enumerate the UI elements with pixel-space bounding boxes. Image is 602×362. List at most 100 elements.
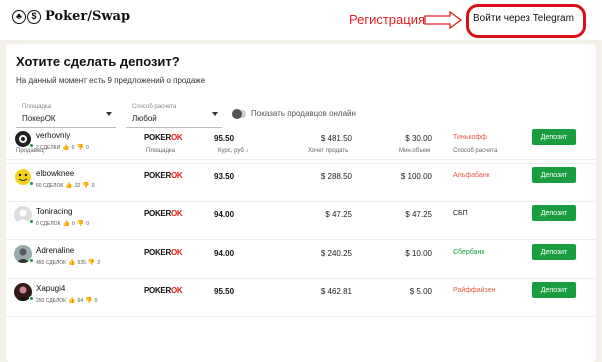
sell-amount: $ 462.81 (320, 287, 352, 296)
room-logo-suffix: OK (170, 133, 183, 142)
payment-method: Райффайзен (453, 287, 496, 294)
dislikes-count: 2 (97, 259, 101, 266)
room-select-value: ПокерОК (22, 114, 56, 123)
rate-value: 94.00 (214, 210, 235, 219)
rate-value: 95.50 (214, 287, 235, 296)
sell-amount: $ 481.50 (320, 134, 352, 143)
row-divider (6, 239, 596, 240)
seller-stats: 2 СДЕЛКИ 👍 0 👎 0 (36, 144, 89, 152)
deals-count: 2 СДЕЛКИ (36, 144, 61, 151)
online-sellers-label: Показать продавцов онлайн (251, 109, 356, 118)
room-logo-text: POKER (144, 209, 171, 218)
table-row: elbowknee 60 СДЕЛОК 👍 32 👎 0 POKEROK 93.50 $ 288… (6, 164, 596, 202)
seller-name[interactable]: Xapugi4 (36, 284, 65, 293)
table-row: Toniracing 0 СДЕЛОК 👍 0 👎 0 POKEROK 94.00 $ 47.2… (6, 202, 596, 240)
min-amount: $ 30.00 (405, 134, 432, 143)
thumbs-up-icon: 👍 (65, 183, 73, 189)
chevron-down-icon (212, 112, 218, 116)
seller-name[interactable]: Adrenaline (36, 246, 74, 255)
table-row: Xapugi4 250 СДЕЛОК 👍 64 👎 0 POKEROK 95.50 $ 462.… (6, 279, 596, 317)
online-status-dot (29, 219, 34, 224)
page-title: Хотите сделать депозит? (16, 54, 180, 69)
room-logo-suffix: OK (170, 209, 183, 218)
room-logo-suffix: OK (170, 248, 183, 257)
likes-count: 32 (74, 182, 81, 189)
online-sellers-toggle[interactable] (232, 109, 246, 119)
dislikes-count: 0 (86, 220, 90, 227)
rate-value: 95.50 (214, 134, 235, 143)
sell-amount: $ 240.25 (320, 249, 352, 258)
payment-select-label: Способ расчета (132, 104, 177, 110)
telegram-login-button[interactable]: Войти через Telegram (473, 13, 574, 24)
sell-amount: $ 288.50 (320, 172, 352, 181)
thumbs-down-icon: 👎 (76, 221, 85, 227)
offers-card: Хотите сделать депозит? На данный момент… (6, 44, 596, 362)
deals-count: 250 СДЕЛОК (36, 297, 67, 304)
room-logo-text: POKER (144, 171, 171, 180)
thumbs-up-icon: 👍 (68, 298, 76, 304)
room-select[interactable]: Площадка ПокерОК (16, 102, 116, 128)
payment-method: Альфабанк (453, 172, 490, 179)
arrow-right-icon (424, 11, 462, 29)
deals-count: 0 СДЕЛОК (36, 220, 61, 227)
thumbs-up-icon: 👍 (62, 145, 70, 151)
seller-name[interactable]: Toniracing (36, 207, 72, 216)
row-divider (6, 316, 596, 317)
online-status-dot (29, 181, 34, 186)
registration-label[interactable]: Регистрация (349, 12, 425, 27)
likes-count: 535 (77, 259, 86, 266)
deposit-button[interactable]: Депозит (532, 244, 576, 260)
payment-method: СБП (453, 210, 468, 217)
online-status-dot (29, 296, 34, 301)
dislikes-count: 0 (94, 297, 98, 304)
min-amount: $ 47.25 (405, 210, 432, 219)
min-amount: $ 5.00 (409, 287, 432, 296)
thumbs-up-icon: 👍 (68, 260, 76, 266)
deals-count: 60 СДЕЛОК (36, 182, 64, 189)
deposit-button[interactable]: Депозит (532, 167, 576, 183)
table-row: Adrenaline 455 СДЕЛОК 👍 535 👎 2 POKEROK 94.00 $ … (6, 241, 596, 279)
thumbs-up-icon: 👍 (62, 221, 70, 227)
dislikes-count: 0 (85, 144, 89, 151)
online-status-dot (29, 143, 34, 148)
deposit-button[interactable]: Депозит (532, 282, 576, 298)
logo-text: Poker/Swap (45, 9, 131, 24)
deals-count: 455 СДЕЛОК (36, 259, 67, 266)
min-amount: $ 10.00 (405, 249, 432, 258)
room-logo: POKEROK (144, 171, 183, 180)
seller-name[interactable]: elbowknee (36, 169, 74, 178)
top-bar: ♣ $ Poker/Swap Регистрация Войти через Te… (0, 0, 602, 40)
payment-method: Сбербанк (453, 249, 485, 256)
room-logo-text: POKER (144, 133, 171, 142)
min-amount: $ 100.00 (400, 172, 432, 181)
dislikes-count: 0 (91, 182, 95, 189)
chevron-down-icon (106, 112, 112, 116)
offers-count-text: На данный момент есть 9 предложений о пр… (16, 76, 206, 85)
likes-count: 64 (77, 297, 84, 304)
thumbs-down-icon: 👎 (76, 145, 84, 151)
seller-stats: 455 СДЕЛОК 👍 535 👎 2 (36, 259, 101, 267)
table-row: verhovniy 2 СДЕЛКИ 👍 0 👎 0 POKEROK 95.50 $ 481.5… (6, 126, 596, 164)
logo[interactable]: ♣ $ Poker/Swap (12, 9, 130, 24)
room-logo: POKEROK (144, 133, 183, 142)
seller-stats: 250 СДЕЛОК 👍 64 👎 0 (36, 297, 98, 305)
payment-select-value: Любой (132, 114, 157, 123)
deposit-button[interactable]: Депозит (532, 129, 576, 145)
payment-select[interactable]: Способ расчета Любой (126, 102, 222, 128)
seller-stats: 60 СДЕЛОК 👍 32 👎 0 (36, 182, 95, 190)
online-status-dot (29, 258, 34, 263)
sell-amount: $ 47.25 (325, 210, 352, 219)
deposit-button[interactable]: Депозит (532, 205, 576, 221)
rate-value: 94.00 (214, 249, 235, 258)
thumbs-down-icon: 👎 (82, 183, 90, 189)
room-logo: POKEROK (144, 209, 183, 218)
room-logo: POKEROK (144, 248, 183, 257)
thumbs-down-icon: 👎 (87, 260, 96, 266)
room-logo-suffix: OK (170, 286, 183, 295)
payment-method: Тинькофф (453, 134, 487, 141)
likes-count: 0 (71, 220, 75, 227)
seller-name[interactable]: verhovniy (36, 131, 70, 140)
rate-value: 93.50 (214, 172, 235, 181)
room-logo-text: POKER (144, 286, 171, 295)
room-logo: POKEROK (144, 286, 183, 295)
